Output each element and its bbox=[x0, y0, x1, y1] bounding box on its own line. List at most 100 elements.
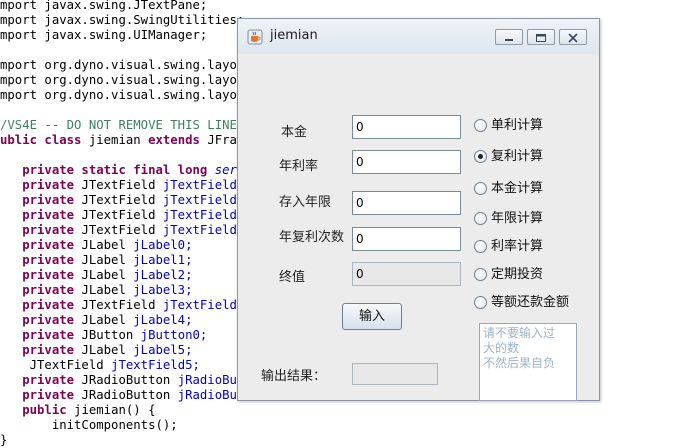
form-panel: 本金 0 年利率 0 存入年限 0 年复利次数 0 终值 0 输入 输出结果： … bbox=[239, 54, 598, 401]
code-line: initComponents(); bbox=[0, 418, 178, 433]
title-bar[interactable]: jiemian bbox=[238, 19, 599, 54]
years-input[interactable]: 0 bbox=[352, 191, 461, 215]
code-token: mport javax.swing.JTextPane; bbox=[0, 0, 208, 12]
final-value-label: 终值 bbox=[279, 270, 306, 285]
close-icon bbox=[568, 33, 578, 43]
code-token: jiemian() { bbox=[74, 403, 156, 417]
code-token: jLabel3; bbox=[133, 283, 193, 297]
code-token: JRadioButton bbox=[81, 388, 178, 402]
code-token: JLabel bbox=[81, 313, 134, 327]
minimize-icon bbox=[505, 39, 513, 41]
code-line: private JTextField jTextField0; bbox=[0, 223, 252, 238]
code-token: JLabel bbox=[81, 283, 134, 297]
code-token: private bbox=[0, 253, 82, 267]
principal-input[interactable]: 0 bbox=[352, 115, 461, 139]
code-token: } bbox=[0, 433, 8, 447]
code-token: JButton bbox=[81, 328, 141, 342]
code-token: private bbox=[0, 328, 82, 342]
code-line: mport org.dyno.visual.swing.layout bbox=[0, 73, 252, 88]
code-token: private bbox=[0, 208, 82, 222]
code-line: mport org.dyno.visual.swing.layout bbox=[0, 88, 252, 103]
radio-label: 等额还款金额 bbox=[491, 295, 570, 310]
radio-unchecked-icon[interactable] bbox=[474, 268, 487, 281]
code-line: /VS4E -- DO NOT REMOVE THIS LINE! bbox=[0, 118, 244, 133]
code-token: JTextField bbox=[81, 208, 163, 222]
code-token: jButton0; bbox=[140, 328, 208, 342]
code-line: private JLabel jLabel3; bbox=[0, 283, 193, 298]
close-button[interactable] bbox=[559, 29, 587, 45]
radio-label: 年限计算 bbox=[491, 211, 544, 226]
maximize-icon bbox=[536, 34, 546, 42]
hint-line: 不然后果自负 bbox=[483, 356, 556, 370]
code-token: JTextField bbox=[81, 193, 163, 207]
radio-unchecked-icon[interactable] bbox=[474, 212, 487, 225]
hint-line: 大的数 bbox=[483, 341, 520, 355]
code-token: JTextField bbox=[0, 358, 112, 372]
submit-button[interactable]: 输入 bbox=[342, 303, 402, 330]
code-token: JTextField bbox=[81, 178, 163, 192]
radio-label: 复利计算 bbox=[491, 149, 544, 164]
code-token: mport org.dyno.visual.swing.layout bbox=[0, 73, 252, 87]
code-token: jLabel0; bbox=[133, 238, 193, 252]
hint-textarea[interactable]: 请不要输入过 大的数 不然后果自负 bbox=[479, 323, 577, 401]
radio-unchecked-icon[interactable] bbox=[474, 182, 487, 195]
compound-label: 年复利次数 bbox=[279, 230, 345, 245]
rate-input[interactable]: 0 bbox=[352, 150, 461, 174]
output-field bbox=[352, 363, 438, 385]
code-token: mport javax.swing.UIManager; bbox=[0, 28, 208, 42]
code-token: private bbox=[0, 313, 82, 327]
java-cup-icon bbox=[247, 29, 263, 45]
principal-label: 本金 bbox=[281, 125, 308, 140]
code-token: private bbox=[0, 223, 82, 237]
minimize-button[interactable] bbox=[495, 29, 523, 45]
code-line: mport javax.swing.JTextPane; bbox=[0, 0, 207, 13]
code-token: jiemian bbox=[88, 133, 149, 147]
radio-label: 利率计算 bbox=[491, 239, 544, 254]
code-line: private JRadioButton jRadioButt bbox=[0, 373, 252, 388]
code-token: jLabel5; bbox=[133, 343, 193, 357]
window-title: jiemian bbox=[270, 28, 318, 43]
radio-unchecked-icon[interactable] bbox=[474, 296, 487, 309]
code-line: private JLabel jLabel1; bbox=[0, 253, 192, 268]
code-line: private JTextField jTextField3; bbox=[0, 178, 252, 193]
code-token: private bbox=[0, 343, 82, 357]
code-token: extends bbox=[148, 133, 208, 147]
code-token: JLabel bbox=[81, 343, 134, 357]
code-line: private JRadioButton jRadioButt bbox=[0, 388, 252, 403]
compound-input[interactable]: 0 bbox=[352, 227, 461, 251]
code-token: private bbox=[0, 238, 82, 252]
code-token: private bbox=[0, 178, 82, 192]
code-token: private static final long bbox=[0, 163, 215, 177]
code-line: private JLabel jLabel4; bbox=[0, 313, 193, 328]
code-token: JLabel bbox=[81, 238, 134, 252]
code-line: mport org.dyno.visual.swing.layout bbox=[0, 58, 252, 73]
radio-unchecked-icon[interactable] bbox=[474, 119, 487, 132]
code-line: ublic class jiemian extends JFrame bbox=[0, 133, 252, 148]
code-token: mport org.dyno.visual.swing.layout bbox=[0, 58, 252, 72]
radio-unchecked-icon[interactable] bbox=[474, 240, 487, 253]
radio-checked-icon[interactable] bbox=[474, 150, 487, 163]
code-token: ublic class bbox=[0, 133, 89, 147]
code-token: private bbox=[0, 268, 82, 282]
code-token: public bbox=[0, 403, 75, 417]
radio-label: 定期投资 bbox=[491, 267, 544, 282]
code-token: JRadioButton bbox=[81, 373, 178, 387]
code-line: JTextField jTextField5; bbox=[0, 358, 200, 373]
code-token: mport org.dyno.visual.swing.layout bbox=[0, 88, 252, 102]
code-token: mport javax.swing.SwingUtilities; bbox=[0, 13, 245, 27]
hint-line: 请不要输入过 bbox=[483, 326, 556, 340]
code-token: jLabel4; bbox=[133, 313, 193, 327]
code-line: mport javax.swing.UIManager; bbox=[0, 28, 207, 43]
code-token: JTextField bbox=[81, 223, 163, 237]
radio-label: 本金计算 bbox=[491, 181, 544, 196]
code-token: private bbox=[0, 298, 82, 312]
code-line: public jiemian() { bbox=[0, 403, 155, 418]
code-line: private JTextField jTextField2; bbox=[0, 193, 252, 208]
code-line: private JButton jButton0; bbox=[0, 328, 207, 343]
maximize-button[interactable] bbox=[527, 29, 555, 45]
output-label: 输出结果： bbox=[261, 369, 327, 384]
code-token: JLabel bbox=[81, 253, 134, 267]
code-token: jLabel2; bbox=[133, 268, 193, 282]
code-token: /VS4E -- DO NOT REMOVE THIS LINE! bbox=[0, 118, 245, 132]
code-line: private static final long seria bbox=[0, 163, 252, 178]
